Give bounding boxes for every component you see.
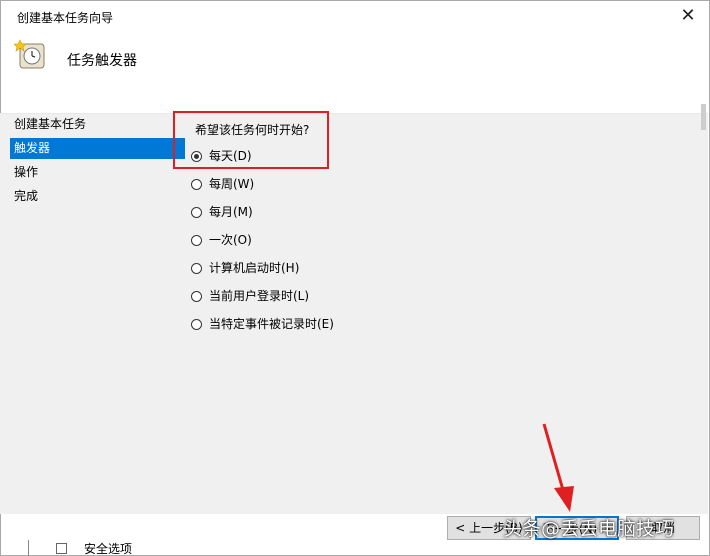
radio-button[interactable] [191, 206, 202, 218]
radio-option-at-logon[interactable]: 当前用户登录时(L) [191, 287, 309, 305]
radio-option-monthly[interactable]: 每月(M) [191, 203, 253, 221]
page-title: 任务触发器 [67, 53, 137, 69]
background-partial-text: 安全选项 [84, 542, 133, 556]
scrollbar-thumb[interactable] [701, 104, 706, 130]
radio-button[interactable] [191, 318, 202, 330]
radio-button[interactable] [191, 178, 202, 190]
radio-label: 一次(O) [209, 233, 252, 247]
radio-option-at-startup[interactable]: 计算机启动时(H) [191, 259, 299, 277]
radio-label: 计算机启动时(H) [209, 261, 300, 275]
radio-label: 每周(W) [209, 177, 255, 191]
watermark: 头条@丢丢电脑技巧 [503, 518, 675, 540]
background-window-edge [28, 540, 29, 556]
red-arrow-annotation [542, 423, 574, 512]
radio-button[interactable] [191, 234, 202, 246]
window-title: 创建基本任务向导 [17, 11, 114, 25]
radio-label: 当前用户登录时(L) [209, 289, 310, 303]
clock-icon [14, 39, 45, 69]
radio-option-on-event[interactable]: 当特定事件被记录时(E) [191, 315, 334, 333]
radio-label: 每月(M) [209, 205, 253, 219]
radio-option-weekly[interactable]: 每周(W) [191, 175, 254, 193]
highlight-annotation-box [173, 111, 329, 169]
nav-item-finish[interactable]: 完成 [10, 186, 185, 207]
close-icon[interactable]: ✕ [675, 3, 701, 29]
radio-option-once[interactable]: 一次(O) [191, 231, 252, 249]
nav-item-trigger[interactable]: 触发器 [10, 138, 185, 159]
radio-label: 当特定事件被记录时(E) [209, 317, 334, 331]
background-checkbox [56, 543, 67, 554]
nav-item-create-basic-task[interactable]: 创建基本任务 [10, 114, 185, 135]
radio-button[interactable] [191, 290, 202, 302]
scrollbar-track[interactable] [699, 114, 708, 514]
nav-item-action[interactable]: 操作 [10, 162, 185, 183]
radio-button[interactable] [191, 262, 202, 274]
